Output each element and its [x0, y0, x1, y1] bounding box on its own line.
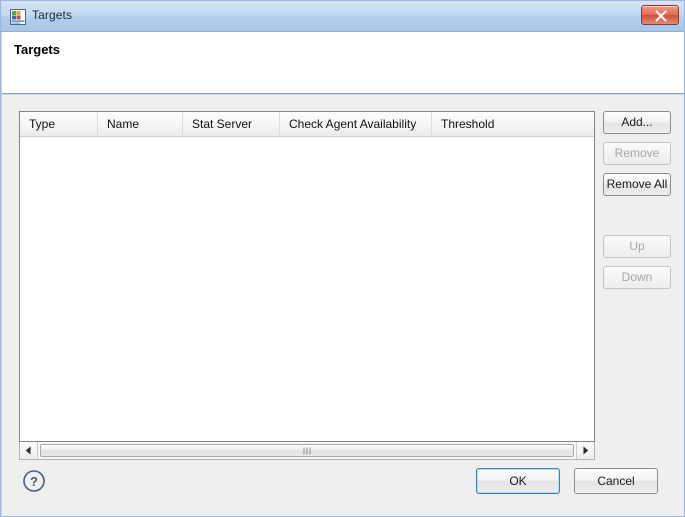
column-header-type[interactable]: Type [20, 112, 98, 136]
dialog-body: Type Name Stat Server Check Agent Availa… [2, 95, 684, 516]
scrollbar-grip-icon [303, 447, 311, 454]
help-question-icon[interactable]: ? [22, 469, 46, 493]
move-down-button: Down [603, 266, 671, 289]
ok-button[interactable]: OK [476, 468, 560, 494]
table-header-row: Type Name Stat Server Check Agent Availa… [20, 112, 594, 137]
page-title: Targets [14, 42, 60, 57]
cancel-button[interactable]: Cancel [574, 468, 658, 494]
scrollbar-thumb[interactable] [40, 444, 574, 457]
targets-dialog-window: Targets Targets Type Name Stat Server Ch… [0, 0, 685, 517]
horizontal-scrollbar[interactable] [19, 442, 595, 460]
move-up-button: Up [603, 235, 671, 258]
header-banner: Targets [2, 32, 684, 94]
title-bar: Targets [1, 1, 684, 32]
close-icon[interactable] [641, 5, 679, 25]
scrollbar-track[interactable] [38, 442, 576, 459]
add-button[interactable]: Add... [603, 111, 671, 134]
svg-text:?: ? [30, 474, 38, 489]
window-title: Targets [32, 8, 73, 22]
column-header-threshold[interactable]: Threshold [432, 112, 594, 136]
column-header-check-agent-availability[interactable]: Check Agent Availability [280, 112, 432, 136]
table-body-empty[interactable] [20, 137, 594, 441]
scroll-left-arrow-icon[interactable] [20, 442, 38, 459]
scroll-right-arrow-icon[interactable] [576, 442, 594, 459]
remove-button: Remove [603, 142, 671, 165]
column-header-stat-server[interactable]: Stat Server [183, 112, 280, 136]
targets-chart-icon [10, 9, 26, 25]
remove-all-button[interactable]: Remove All [603, 173, 671, 196]
column-header-name[interactable]: Name [98, 112, 183, 136]
targets-table[interactable]: Type Name Stat Server Check Agent Availa… [19, 111, 595, 442]
